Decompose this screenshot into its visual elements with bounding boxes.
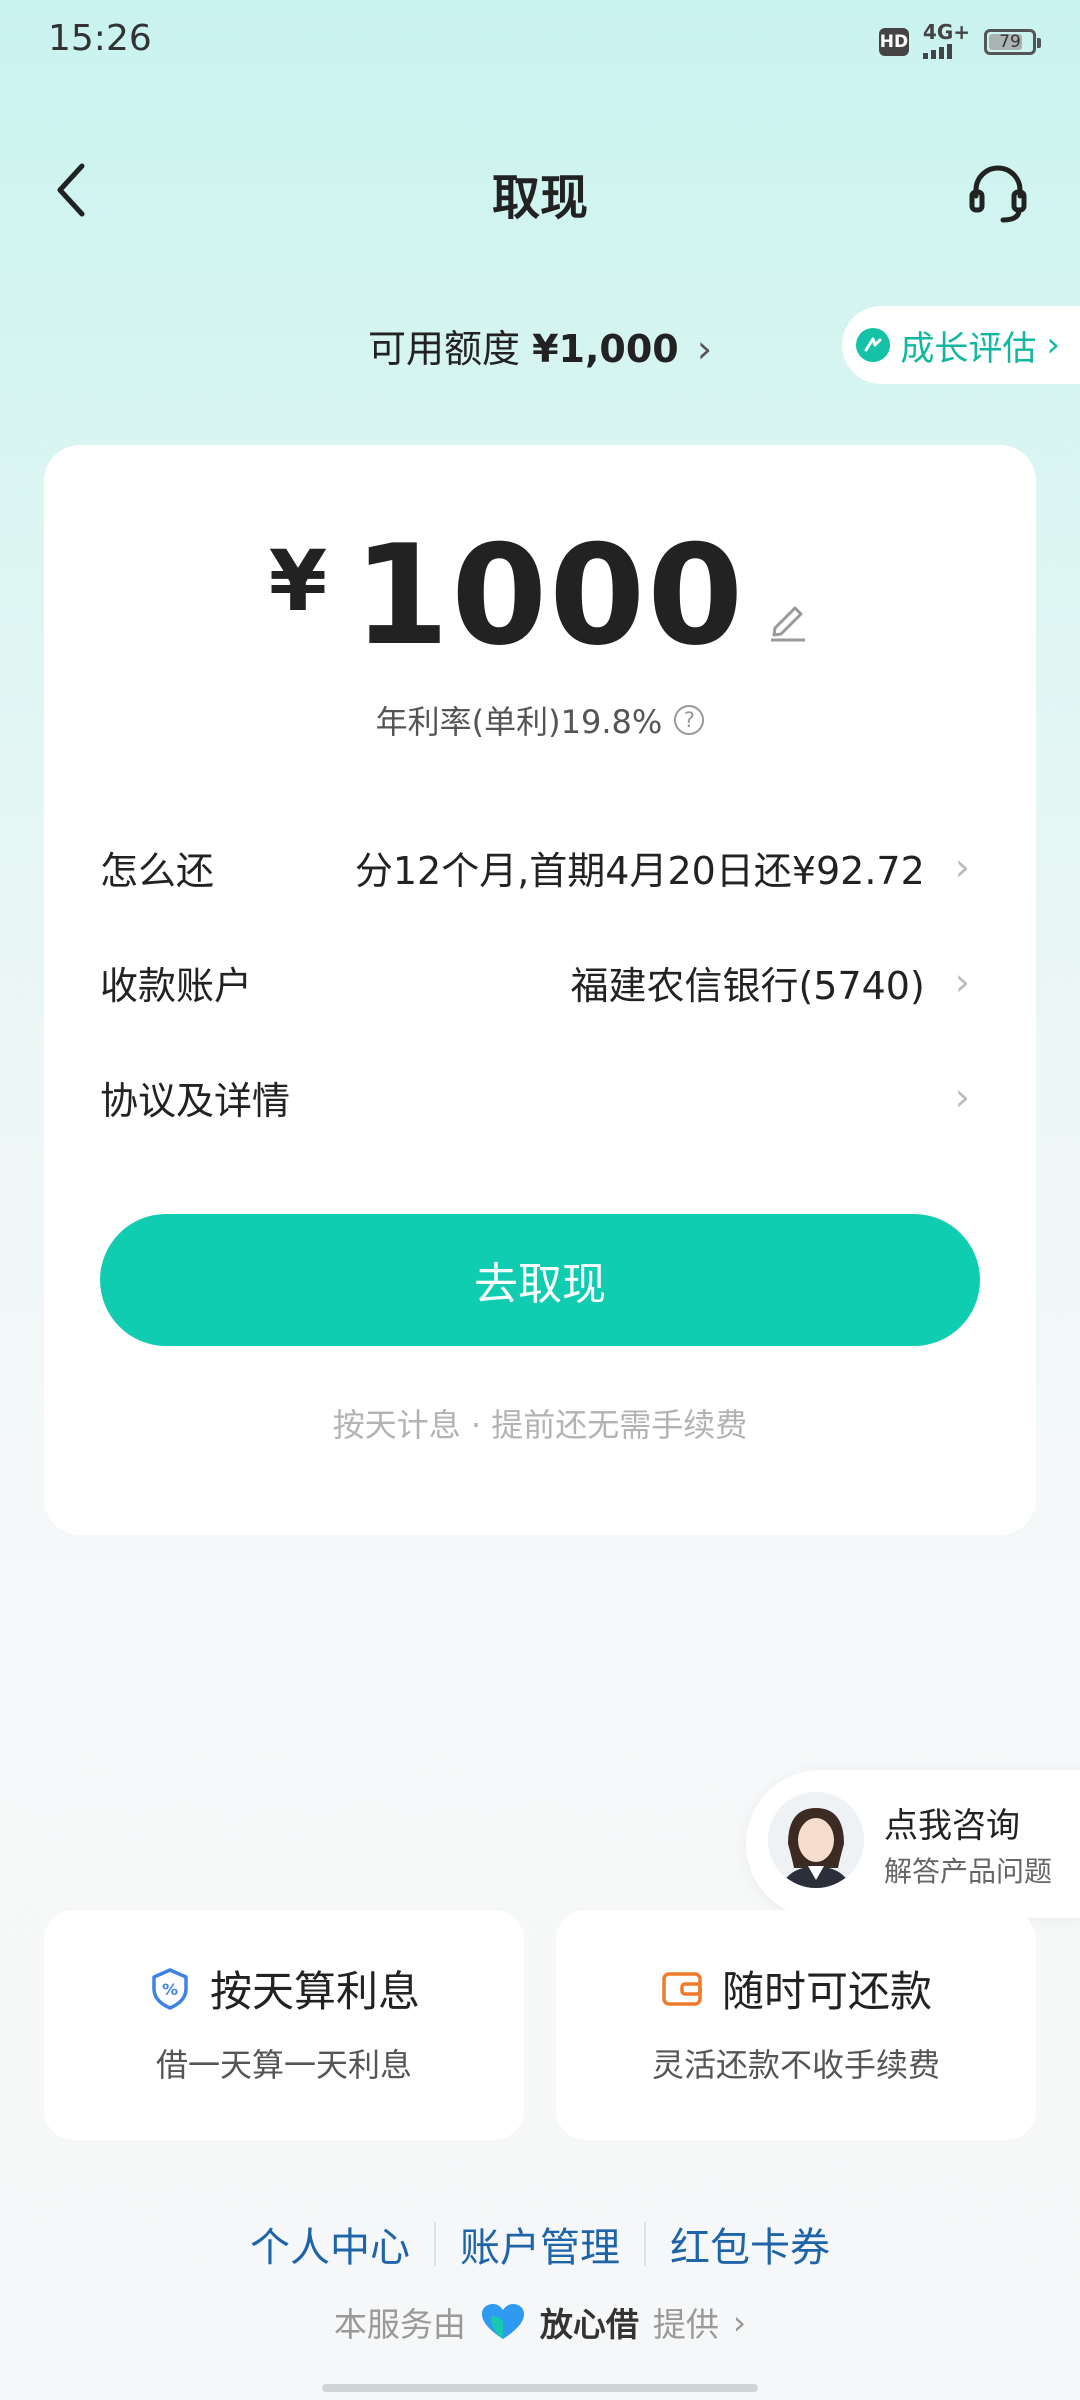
withdraw-amount: 1000: [353, 515, 746, 676]
footer-link-account-management[interactable]: 账户管理: [460, 2215, 620, 2273]
footer-links: 个人中心 账户管理 红包卡券: [0, 2215, 1080, 2273]
chevron-right-icon: ›: [954, 960, 970, 1004]
hd-icon: HD: [878, 28, 909, 56]
battery-icon: 79: [984, 29, 1041, 55]
divider: [434, 2222, 436, 2266]
repayment-plan-row[interactable]: 怎么还 分12个月,首期4月20日还¥92.72 ›: [100, 827, 970, 907]
customer-service-button[interactable]: [966, 160, 1030, 224]
withdraw-button[interactable]: 去取现: [100, 1214, 980, 1346]
annual-rate: 年利率(单利)19.8% ?: [0, 697, 1080, 743]
receiving-account-row[interactable]: 收款账户 福建农信银行(5740) ›: [100, 942, 970, 1022]
heart-logo-icon: [481, 2304, 524, 2339]
divider: [644, 2222, 646, 2266]
consult-subtitle: 解答产品问题: [884, 1855, 1053, 1888]
avatar: [768, 1792, 864, 1888]
credit-amount: ¥1,000: [532, 327, 679, 371]
feature-card-anytime-repay[interactable]: 随时可还款 灵活还款不收手续费: [556, 1910, 1036, 2140]
pencil-icon[interactable]: [765, 596, 811, 642]
page-title: 取现: [491, 170, 588, 226]
status-icons: HD 4G+ 79: [878, 22, 1041, 62]
currency-symbol: ¥: [268, 531, 328, 630]
growth-assessment-button[interactable]: 成长评估 ›: [842, 306, 1080, 384]
chevron-right-icon: ›: [696, 327, 713, 371]
feature-card-daily-interest[interactable]: % 按天算利息 借一天算一天利息: [44, 1910, 524, 2140]
signal-icon: 4G+: [922, 22, 970, 62]
chevron-right-icon: ›: [1046, 325, 1060, 365]
provider-brand: 放心借: [539, 2305, 639, 2344]
help-icon[interactable]: ?: [674, 705, 705, 735]
wallet-icon: [662, 1971, 702, 2006]
footer-link-personal-center[interactable]: 个人中心: [250, 2215, 410, 2273]
service-provider[interactable]: 本服务由 放心借 提供 ›: [0, 2298, 1080, 2346]
svg-text:%: %: [162, 1980, 178, 1999]
interest-note: 按天计息 · 提前还无需手续费: [332, 1406, 748, 1444]
home-indicator[interactable]: [322, 2384, 758, 2392]
arrow-up-icon: [856, 328, 891, 362]
chevron-right-icon: ›: [954, 845, 970, 889]
agreement-details-row[interactable]: 协议及详情 ›: [100, 1057, 970, 1137]
footer-link-coupons[interactable]: 红包卡券: [670, 2215, 830, 2273]
status-time: 15:26: [48, 18, 152, 59]
chevron-right-icon: ›: [732, 2302, 747, 2342]
percent-shield-icon: %: [152, 1967, 188, 2010]
consult-title: 点我咨询: [884, 1806, 1020, 1846]
headset-icon: [969, 165, 1027, 223]
chevron-right-icon: ›: [954, 1075, 970, 1119]
amount-display[interactable]: ¥ 1000: [0, 515, 1080, 676]
